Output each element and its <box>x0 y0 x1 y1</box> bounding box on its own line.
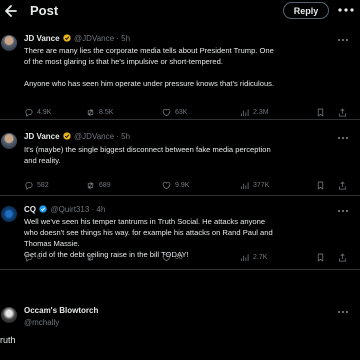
tweet-text: It's (maybe) the single biggest disconne… <box>24 144 352 166</box>
reply-action[interactable]: 582 <box>24 181 49 190</box>
tweet-line-blank <box>24 67 352 78</box>
author-handle: @JDVance · 5h <box>74 132 131 141</box>
reply-icon <box>25 108 33 117</box>
author-name[interactable]: JD Vance <box>24 34 60 43</box>
reply-text[interactable]: ruth <box>0 335 16 345</box>
verified-badge-icon <box>63 34 71 42</box>
share-icon <box>338 181 347 190</box>
repost-icon <box>87 108 94 117</box>
bookmark-icon <box>317 108 324 117</box>
like-icon <box>162 108 171 117</box>
avatar[interactable] <box>1 35 17 51</box>
tweet[interactable]: Occam's Blowtorch @mchally <box>0 270 360 334</box>
more-icon[interactable] <box>336 36 350 44</box>
views-count: 377K <box>253 182 270 189</box>
repost-action[interactable] <box>86 253 99 262</box>
reply-icon <box>25 181 33 190</box>
verified-badge-icon <box>63 132 71 140</box>
views-icon <box>240 182 249 190</box>
tweet-line: Anyone who has seen him operate under pr… <box>24 79 275 88</box>
tweet-line: There are many lies the corporate media … <box>24 46 274 55</box>
share-action[interactable] <box>338 108 347 117</box>
tweet-actions: 582 689 9.9K 377K <box>24 181 354 191</box>
like-action[interactable]: 63K <box>162 108 187 117</box>
reply-count: 6 <box>37 254 41 261</box>
like-count: 30 <box>175 254 183 261</box>
tweet-line: who doesn't see things his way. for exam… <box>24 228 273 237</box>
share-icon <box>338 108 347 117</box>
bookmark-icon <box>317 253 324 262</box>
reply-action[interactable]: 6 <box>24 253 41 262</box>
like-icon <box>162 253 171 262</box>
reply-count: 4.9K <box>37 109 52 116</box>
share-action[interactable] <box>338 181 347 190</box>
views-count: 2.3M <box>253 109 269 116</box>
repost-action[interactable]: 8.5K <box>86 108 113 117</box>
tweet-header: JD Vance @JDVance · 5h <box>24 132 130 141</box>
author-handle: @Quirt313 · 4h <box>50 205 106 214</box>
views-icon <box>240 109 249 117</box>
page-title: Post <box>30 3 59 18</box>
repost-count: 689 <box>99 182 111 189</box>
more-icon[interactable] <box>336 308 350 316</box>
repost-action[interactable]: 689 <box>86 181 111 190</box>
author-name[interactable]: JD Vance <box>24 132 60 141</box>
tweet-line: Thomas Massie. <box>24 239 80 248</box>
author-handle: @mchally <box>24 318 60 327</box>
bookmark-action[interactable] <box>316 108 325 117</box>
views-action[interactable]: 2.3M <box>240 108 269 117</box>
reply-action[interactable]: 4.9K <box>24 108 51 117</box>
back-arrow-icon[interactable] <box>4 3 18 19</box>
repost-icon <box>87 181 94 190</box>
tweet-header: JD Vance @JDVance · 5h <box>24 34 130 43</box>
like-action[interactable]: 30 <box>162 253 183 262</box>
more-icon[interactable] <box>336 134 350 142</box>
author-handle: @JDVance · 5h <box>74 34 131 43</box>
like-icon <box>162 181 171 190</box>
tweet-header: Occam's Blowtorch <box>24 306 98 315</box>
like-count: 63K <box>175 109 188 116</box>
more-icon[interactable] <box>336 207 350 215</box>
tweet-subheader: @mchally <box>24 318 59 327</box>
reply-count: 582 <box>37 182 49 189</box>
more-icon[interactable] <box>337 5 355 15</box>
like-action[interactable]: 9.9K <box>162 181 189 190</box>
share-action[interactable] <box>338 253 347 262</box>
bookmark-action[interactable] <box>316 253 325 262</box>
author-name[interactable]: Occam's Blowtorch <box>24 306 98 315</box>
repost-icon <box>87 253 94 262</box>
reply-icon <box>25 253 33 262</box>
avatar[interactable] <box>1 307 17 323</box>
repost-count: 8.5K <box>99 109 114 116</box>
tweet[interactable]: JD Vance @JDVance · 5h It's (maybe) the … <box>0 120 360 196</box>
top-bar: Post Reply <box>0 0 360 24</box>
share-icon <box>338 253 347 262</box>
tweet-actions: 6 30 2.7K <box>24 253 354 263</box>
tweet-line: and reality. <box>24 156 61 165</box>
tweet-line: It's (maybe) the single biggest disconne… <box>24 145 271 154</box>
like-count: 9.9K <box>175 182 190 189</box>
bookmark-icon <box>317 181 324 190</box>
avatar[interactable] <box>1 133 17 149</box>
avatar[interactable] <box>1 206 17 222</box>
tweet-line: Well we've seen his temper tantrums in T… <box>24 217 266 226</box>
tweet-header: CQ @Quirt313 · 4h <box>24 205 105 214</box>
views-action[interactable]: 2.7K <box>240 253 267 262</box>
views-count: 2.7K <box>253 254 268 261</box>
tweet[interactable]: CQ @Quirt313 · 4h Well we've seen his te… <box>0 196 360 270</box>
tweet[interactable]: JD Vance @JDVance · 5h There are many li… <box>0 24 360 120</box>
views-action[interactable]: 377K <box>240 181 269 190</box>
verified-badge-icon <box>39 205 47 213</box>
views-icon <box>240 254 249 262</box>
tweet-line: of the most glaring is that he's impulsi… <box>24 57 223 66</box>
bookmark-action[interactable] <box>316 181 325 190</box>
reply-button[interactable]: Reply <box>283 2 329 19</box>
tweet-actions: 4.9K 8.5K 63K 2.3M <box>24 108 354 118</box>
tweet-text: There are many lies the corporate media … <box>24 45 352 89</box>
author-name[interactable]: CQ <box>24 205 36 214</box>
